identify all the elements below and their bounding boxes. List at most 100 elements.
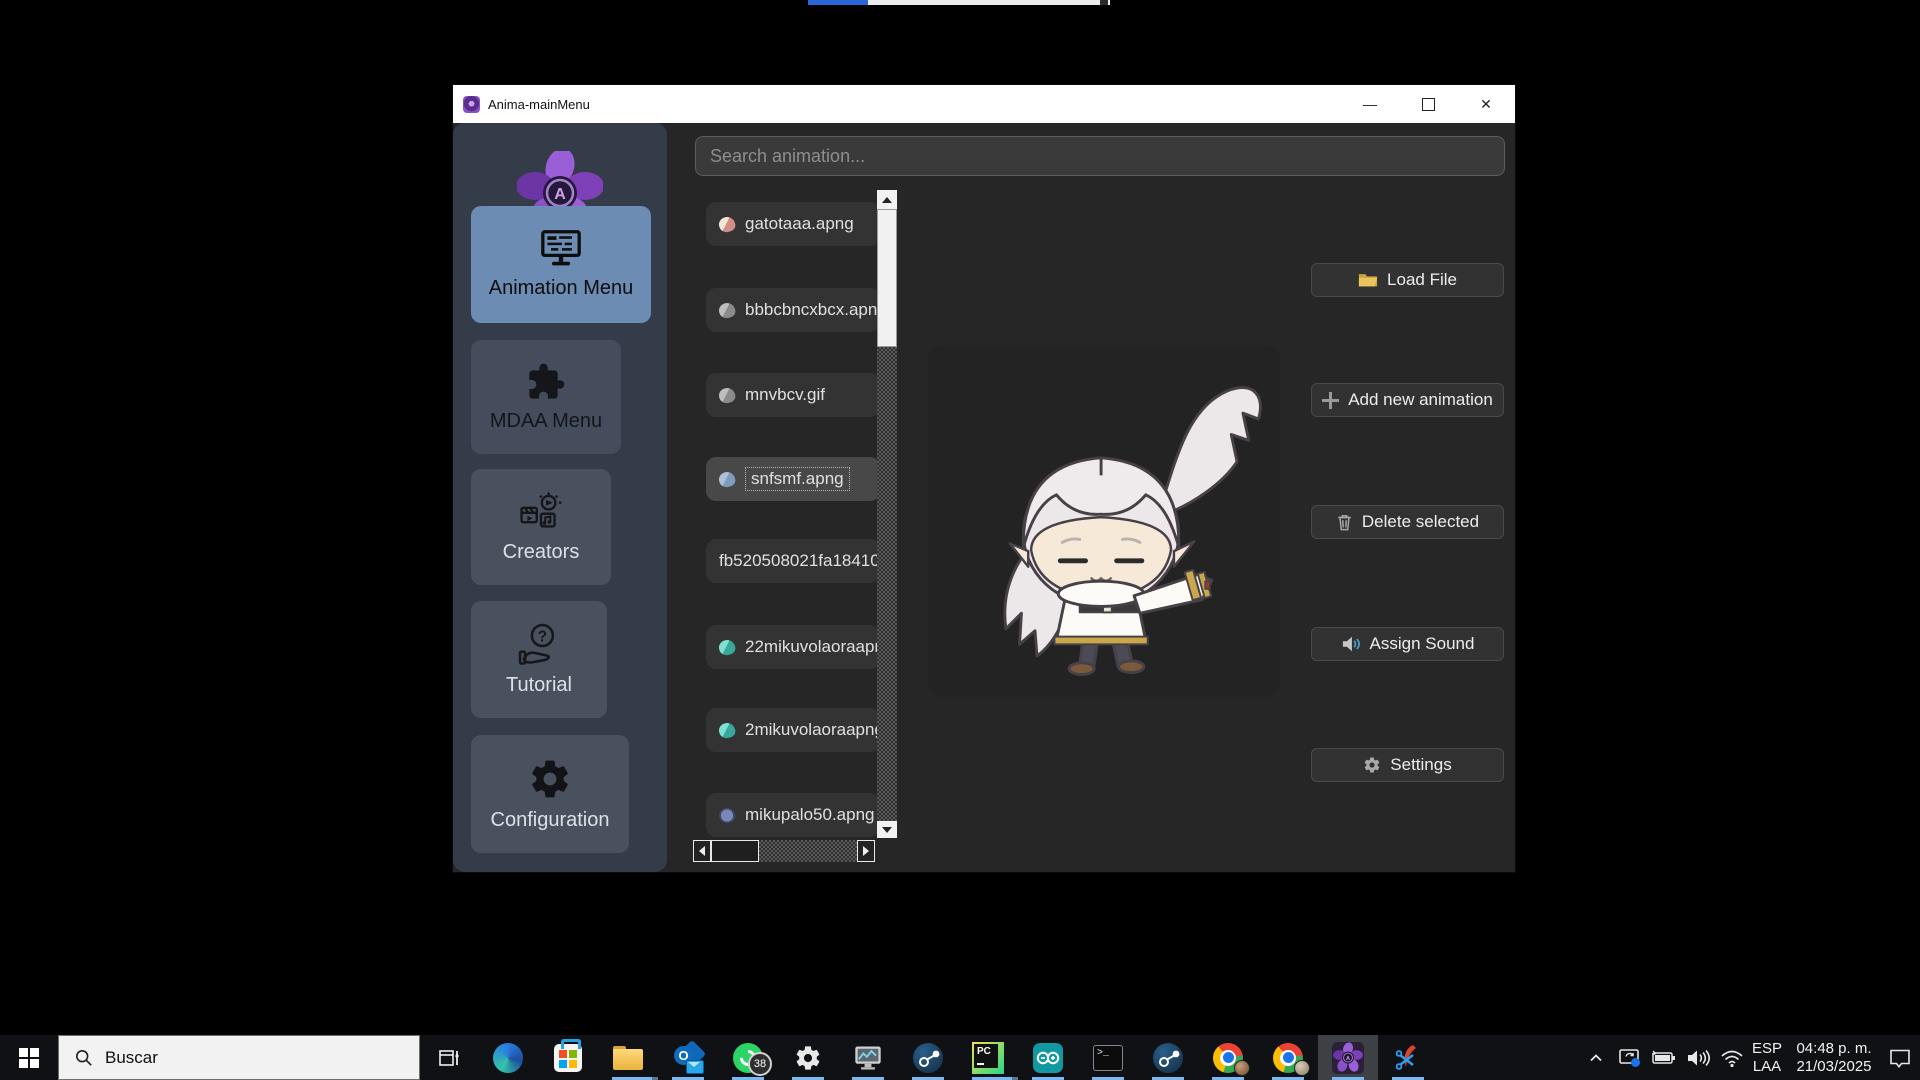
svg-text:?: ? (538, 628, 547, 645)
sidebar-item-label: MDAA Menu (490, 410, 602, 433)
anima-window: Anima-mainMenu — ✕ A (453, 85, 1515, 872)
arduino-icon (1033, 1043, 1063, 1073)
taskbar-app-pycharm[interactable]: PC (958, 1035, 1018, 1080)
sidebar-item-mdaa-menu[interactable]: MDAA Menu (471, 340, 621, 454)
scroll-right-button[interactable] (857, 840, 875, 862)
window-title: Anima-mainMenu (488, 97, 590, 112)
title-bar: Anima-mainMenu — ✕ (453, 85, 1515, 123)
taskbar-app-chrome-profile1[interactable] (1198, 1035, 1258, 1080)
tray-battery-icon[interactable] (1650, 1035, 1678, 1080)
taskbar-app-steam[interactable] (898, 1035, 958, 1080)
maximize-button[interactable] (1399, 85, 1457, 123)
task-view-button[interactable] (420, 1035, 478, 1080)
action-label: Settings (1390, 755, 1451, 775)
taskbar-search-placeholder: Buscar (105, 1048, 158, 1068)
list-item[interactable]: gatotaaa.apng (706, 202, 880, 246)
settings-button[interactable]: Settings (1311, 748, 1504, 782)
monitor-icon (538, 229, 584, 269)
list-item[interactable]: bbbcbncxbcx.apng (706, 288, 880, 332)
task-manager-icon (853, 1044, 883, 1072)
action-label: Assign Sound (1370, 634, 1475, 654)
list-item[interactable]: mnvbcv.gif (706, 373, 880, 417)
speaker-icon (1341, 635, 1361, 653)
list-item[interactable]: fb520508021fa18410 (706, 539, 880, 583)
taskbar: Buscar O 38 (0, 1035, 1920, 1080)
down-arrow-icon (882, 827, 892, 833)
add-new-animation-button[interactable]: Add new animation (1311, 383, 1504, 417)
taskbar-app-file-explorer[interactable] (598, 1035, 658, 1080)
animation-thumbnail-icon (717, 469, 737, 488)
minimize-button[interactable]: — (1341, 85, 1399, 123)
sidebar-item-configuration[interactable]: Configuration (471, 735, 629, 853)
tray-clock[interactable]: 04:48 p. m. 21/03/2025 (1788, 1040, 1880, 1076)
taskbar-app-arduino[interactable] (1018, 1035, 1078, 1080)
animation-name: bbbcbncxbcx.apng (745, 300, 880, 320)
tray-sync-device-icon[interactable] (1616, 1035, 1644, 1080)
taskbar-app-task-manager[interactable] (838, 1035, 898, 1080)
sidebar-item-tutorial[interactable]: ? Tutorial (471, 601, 607, 718)
sidebar-item-animation-menu[interactable]: Animation Menu (471, 206, 651, 323)
vertical-scrollbar[interactable] (877, 190, 897, 838)
taskbar-app-outlook[interactable]: O (658, 1035, 718, 1080)
tray-language-indicator[interactable]: ESP LAA (1752, 1040, 1782, 1076)
file-explorer-icon (613, 1046, 643, 1070)
up-arrow-icon (882, 197, 892, 203)
taskbar-app-edge[interactable] (478, 1035, 538, 1080)
top-edge-strip-white (868, 0, 1110, 5)
start-button[interactable] (0, 1035, 58, 1080)
svg-text:A: A (554, 186, 566, 203)
scroll-down-button[interactable] (877, 821, 897, 838)
animation-preview (928, 345, 1280, 697)
whatsapp-badge: 38 (748, 1052, 772, 1076)
search-input[interactable] (695, 136, 1505, 176)
anima-app-icon: A (1332, 1042, 1364, 1074)
taskbar-app-steam-2[interactable] (1138, 1035, 1198, 1080)
desktop: { "top_strip": {"blue": "#2b66d9", "whit… (0, 0, 1920, 1080)
list-item[interactable]: 2mikuvolaoraapng (706, 708, 880, 752)
taskbar-app-anima-active[interactable]: A (1318, 1035, 1378, 1080)
scroll-left-button[interactable] (693, 840, 711, 862)
taskbar-search[interactable]: Buscar (58, 1035, 420, 1080)
taskbar-app-screentogif[interactable] (1378, 1035, 1438, 1080)
steam-icon (1153, 1043, 1183, 1073)
chrome-profile-avatar (1234, 1060, 1250, 1076)
animation-thumbnail-icon (717, 300, 737, 319)
taskbar-app-terminal[interactable]: >_ (1078, 1035, 1138, 1080)
tray-chevron-up-icon[interactable] (1582, 1035, 1610, 1080)
pycharm-icon: PC (972, 1042, 1004, 1074)
horizontal-scrollbar[interactable] (693, 840, 875, 862)
window-content: A Animation Menu (453, 123, 1515, 872)
list-item[interactable]: mikupalo50.apng (706, 793, 880, 837)
list-item-selected[interactable]: snfsmf.apng (706, 457, 880, 501)
list-item[interactable]: 22mikuvolaoraapng (706, 625, 880, 669)
horizontal-scroll-track[interactable] (759, 840, 857, 862)
search-icon (75, 1049, 93, 1067)
close-button[interactable]: ✕ (1457, 85, 1515, 123)
assign-sound-button[interactable]: Assign Sound (1311, 627, 1504, 661)
delete-selected-button[interactable]: Delete selected (1311, 505, 1504, 539)
taskbar-app-chrome-profile2[interactable] (1258, 1035, 1318, 1080)
vertical-scroll-track[interactable] (877, 347, 897, 821)
scroll-up-button[interactable] (877, 190, 897, 209)
load-file-button[interactable]: Load File (1311, 263, 1504, 297)
animation-thumbnail-icon (717, 637, 737, 656)
plus-icon (1322, 392, 1339, 409)
vertical-scroll-thumb[interactable] (877, 209, 897, 347)
svg-text:A: A (1346, 1055, 1350, 1061)
action-label: Delete selected (1362, 512, 1479, 532)
microsoft-store-icon (554, 1044, 582, 1072)
app-logo-icon (463, 96, 480, 113)
top-edge-strip-close (1100, 0, 1108, 5)
windows-logo-icon (18, 1047, 40, 1069)
system-tray: ESP LAA 04:48 p. m. 21/03/2025 (1582, 1035, 1920, 1080)
action-center-icon[interactable] (1886, 1035, 1914, 1080)
taskbar-app-store[interactable] (538, 1035, 598, 1080)
tray-wifi-icon[interactable] (1718, 1035, 1746, 1080)
top-edge-strip-blue (808, 0, 868, 5)
tray-volume-icon[interactable] (1684, 1035, 1712, 1080)
taskbar-app-whatsapp[interactable]: 38 (718, 1035, 778, 1080)
horizontal-scroll-thumb[interactable] (711, 840, 759, 862)
animation-name: mikupalo50.apng (745, 805, 874, 825)
sidebar-item-creators[interactable]: Creators (471, 469, 611, 585)
taskbar-app-settings[interactable] (778, 1035, 838, 1080)
